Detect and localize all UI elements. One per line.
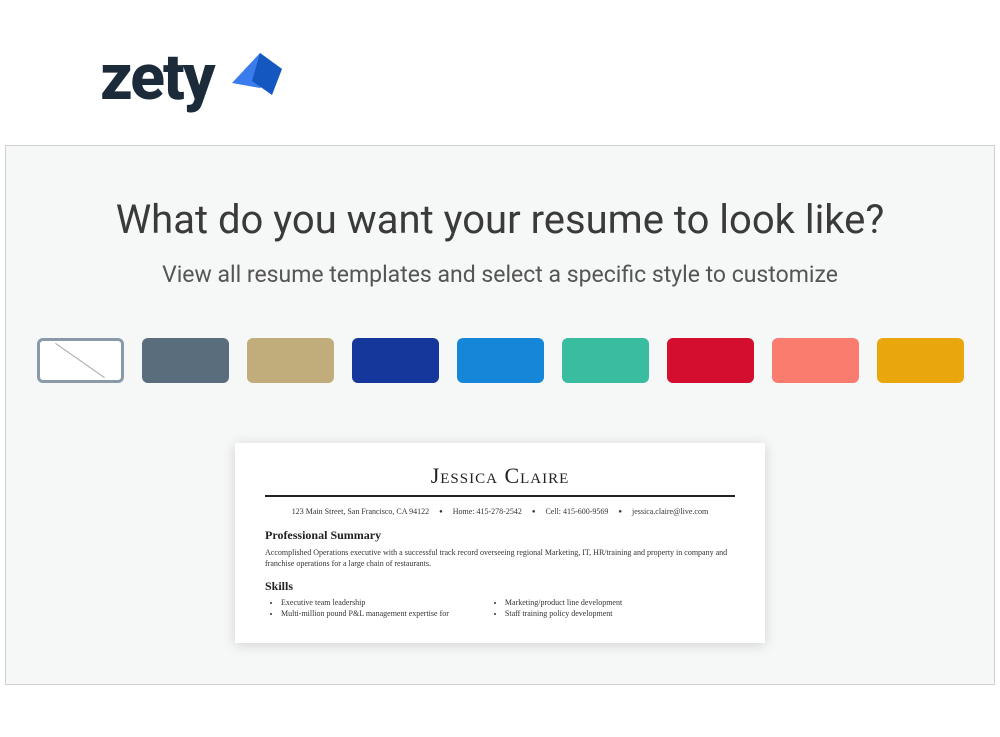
skill-item: Staff training policy development: [505, 609, 622, 618]
color-swatch-teal[interactable]: [562, 338, 649, 383]
color-swatch-red[interactable]: [667, 338, 754, 383]
color-swatch-none[interactable]: [37, 338, 124, 383]
color-swatch-tan[interactable]: [247, 338, 334, 383]
template-contact-line: 123 Main Street, San Francisco, CA 94122…: [265, 507, 735, 516]
page-heading: What do you want your resume to look lik…: [116, 196, 885, 243]
brand-name: zety: [100, 40, 214, 115]
template-skills-title: Skills: [265, 579, 735, 594]
color-swatch-amber[interactable]: [877, 338, 964, 383]
template-skills-col2: Marketing/product line development Staff…: [489, 598, 622, 620]
header: zety: [0, 0, 1000, 135]
template-address: 123 Main Street, San Francisco, CA 94122: [292, 507, 429, 516]
template-cell-phone: Cell: 415-600-9569: [545, 507, 608, 516]
bullet-icon: ●: [618, 509, 622, 515]
template-home-phone: Home: 415-278-2542: [453, 507, 522, 516]
template-email: jessica.claire@live.com: [632, 507, 708, 516]
template-summary-text: Accomplished Operations executive with a…: [265, 547, 735, 569]
bullet-icon: ●: [439, 509, 443, 515]
main-panel: What do you want your resume to look lik…: [5, 145, 995, 685]
color-palette: [37, 338, 964, 383]
page-subheading: View all resume templates and select a s…: [162, 261, 838, 288]
skill-item: Executive team leadership: [281, 598, 449, 607]
template-divider: [265, 495, 735, 497]
color-swatch-coral[interactable]: [772, 338, 859, 383]
color-swatch-blue[interactable]: [457, 338, 544, 383]
color-swatch-slate[interactable]: [142, 338, 229, 383]
skill-item: Marketing/product line development: [505, 598, 622, 607]
bullet-icon: ●: [532, 509, 536, 515]
color-swatch-navy[interactable]: [352, 338, 439, 383]
template-skills-columns: Executive team leadership Multi-million …: [265, 598, 735, 620]
arrow-icon: [222, 43, 292, 113]
resume-template-preview[interactable]: Jessica Claire 123 Main Street, San Fran…: [235, 443, 765, 643]
skill-item: Multi-million pound P&L management exper…: [281, 609, 449, 618]
template-name: Jessica Claire: [265, 463, 735, 489]
brand-logo[interactable]: zety: [100, 40, 1000, 115]
template-skills-col1: Executive team leadership Multi-million …: [265, 598, 449, 620]
template-summary-title: Professional Summary: [265, 528, 735, 543]
